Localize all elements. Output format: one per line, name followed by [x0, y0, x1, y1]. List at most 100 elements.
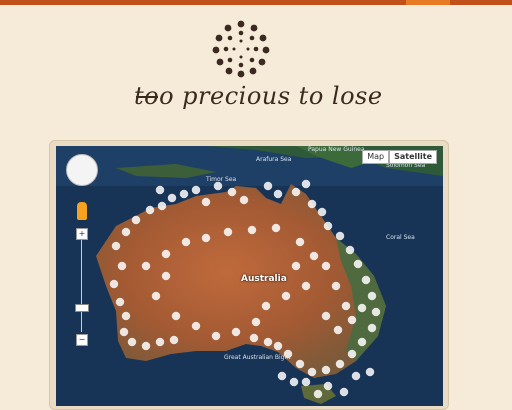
- location-marker-icon[interactable]: [291, 261, 301, 271]
- location-marker-icon[interactable]: [231, 327, 241, 337]
- location-marker-icon[interactable]: [141, 341, 151, 351]
- location-marker-icon[interactable]: [361, 275, 371, 285]
- location-marker-icon[interactable]: [357, 337, 367, 347]
- location-marker-icon[interactable]: [323, 221, 333, 231]
- location-marker-icon[interactable]: [321, 311, 331, 321]
- location-marker-icon[interactable]: [333, 325, 343, 335]
- map-type-satellite-button[interactable]: Satellite: [389, 150, 437, 164]
- location-marker-icon[interactable]: [155, 337, 165, 347]
- location-marker-icon[interactable]: [281, 291, 291, 301]
- location-marker-icon[interactable]: [179, 189, 189, 199]
- location-marker-icon[interactable]: [155, 185, 165, 195]
- location-marker-icon[interactable]: [351, 371, 361, 381]
- map-label-papua-new-guinea: Papua New Guinea: [308, 146, 365, 153]
- location-marker-icon[interactable]: [295, 237, 305, 247]
- location-marker-icon[interactable]: [301, 179, 311, 189]
- location-marker-icon[interactable]: [339, 387, 349, 397]
- map-viewport[interactable]: Papua New Guinea Arafura Sea Timor Sea C…: [56, 146, 443, 406]
- map-type-control: Map Satellite: [362, 150, 437, 164]
- location-marker-icon[interactable]: [227, 187, 237, 197]
- zoom-slider-handle[interactable]: [75, 304, 89, 312]
- map-label-arafura-sea: Arafura Sea: [256, 156, 292, 163]
- location-marker-icon[interactable]: [321, 365, 331, 375]
- location-marker-icon[interactable]: [167, 193, 177, 203]
- location-marker-icon[interactable]: [131, 215, 141, 225]
- location-marker-icon[interactable]: [119, 327, 129, 337]
- street-view-pegman-icon[interactable]: [77, 202, 87, 220]
- pan-control-icon[interactable]: [66, 154, 98, 186]
- location-marker-icon[interactable]: [289, 377, 299, 387]
- location-marker-icon[interactable]: [273, 341, 283, 351]
- zoom-out-button[interactable]: −: [76, 334, 88, 346]
- location-marker-icon[interactable]: [321, 261, 331, 271]
- location-marker-icon[interactable]: [301, 377, 311, 387]
- location-marker-icon[interactable]: [213, 181, 223, 191]
- location-marker-icon[interactable]: [347, 349, 357, 359]
- location-marker-icon[interactable]: [301, 281, 311, 291]
- location-marker-icon[interactable]: [201, 197, 211, 207]
- location-marker-icon[interactable]: [357, 303, 367, 313]
- map-type-map-button[interactable]: Map: [362, 150, 390, 164]
- zoom-slider-track[interactable]: [81, 240, 82, 332]
- location-marker-icon[interactable]: [309, 251, 319, 261]
- location-marker-icon[interactable]: [249, 333, 259, 343]
- location-marker-icon[interactable]: [109, 279, 119, 289]
- location-marker-icon[interactable]: [191, 321, 201, 331]
- brand-tagline: too precious to lose: [134, 82, 383, 110]
- location-marker-icon[interactable]: [121, 311, 131, 321]
- location-marker-icon[interactable]: [271, 223, 281, 233]
- location-marker-icon[interactable]: [261, 301, 271, 311]
- location-marker-icon[interactable]: [161, 271, 171, 281]
- location-marker-icon[interactable]: [367, 291, 377, 301]
- location-marker-icon[interactable]: [151, 291, 161, 301]
- location-marker-icon[interactable]: [247, 225, 257, 235]
- location-marker-icon[interactable]: [263, 181, 273, 191]
- location-marker-icon[interactable]: [307, 199, 317, 209]
- location-marker-icon[interactable]: [161, 249, 171, 259]
- location-marker-icon[interactable]: [157, 201, 167, 211]
- location-marker-icon[interactable]: [191, 185, 201, 195]
- location-marker-icon[interactable]: [263, 337, 273, 347]
- brand-logo-icon[interactable]: [210, 18, 272, 80]
- location-marker-icon[interactable]: [121, 227, 131, 237]
- location-marker-icon[interactable]: [239, 195, 249, 205]
- location-marker-icon[interactable]: [145, 205, 155, 215]
- location-marker-icon[interactable]: [181, 237, 191, 247]
- location-marker-icon[interactable]: [331, 281, 341, 291]
- location-marker-icon[interactable]: [307, 367, 317, 377]
- location-marker-icon[interactable]: [141, 261, 151, 271]
- location-marker-icon[interactable]: [345, 245, 355, 255]
- location-marker-icon[interactable]: [273, 189, 283, 199]
- top-accent-tab[interactable]: [406, 0, 450, 5]
- location-marker-icon[interactable]: [347, 315, 357, 325]
- brand-strike-line: [136, 96, 158, 98]
- location-marker-icon[interactable]: [117, 261, 127, 271]
- location-marker-icon[interactable]: [365, 367, 375, 377]
- location-marker-icon[interactable]: [211, 331, 221, 341]
- location-marker-icon[interactable]: [353, 259, 363, 269]
- brand-wordmark[interactable]: too precious to lose: [134, 82, 382, 122]
- location-marker-icon[interactable]: [223, 227, 233, 237]
- location-marker-icon[interactable]: [277, 371, 287, 381]
- location-marker-icon[interactable]: [367, 323, 377, 333]
- zoom-in-button[interactable]: +: [76, 228, 88, 240]
- location-marker-icon[interactable]: [371, 307, 381, 317]
- location-marker-icon[interactable]: [341, 301, 351, 311]
- map-label-coral-sea: Coral Sea: [386, 234, 415, 241]
- map-label-australia: Australia: [241, 274, 287, 284]
- location-marker-icon[interactable]: [115, 297, 125, 307]
- location-marker-icon[interactable]: [335, 231, 345, 241]
- location-marker-icon[interactable]: [111, 241, 121, 251]
- location-marker-icon[interactable]: [171, 311, 181, 321]
- map-label-timor-sea: Timor Sea: [206, 176, 237, 183]
- location-marker-icon[interactable]: [251, 317, 261, 327]
- location-marker-icon[interactable]: [291, 187, 301, 197]
- location-marker-icon[interactable]: [201, 233, 211, 243]
- location-marker-icon[interactable]: [313, 389, 323, 399]
- location-marker-icon[interactable]: [323, 381, 333, 391]
- location-marker-icon[interactable]: [317, 207, 327, 217]
- location-marker-icon[interactable]: [335, 359, 345, 369]
- location-marker-icon[interactable]: [169, 335, 179, 345]
- location-marker-icon[interactable]: [295, 359, 305, 369]
- location-marker-icon[interactable]: [127, 337, 137, 347]
